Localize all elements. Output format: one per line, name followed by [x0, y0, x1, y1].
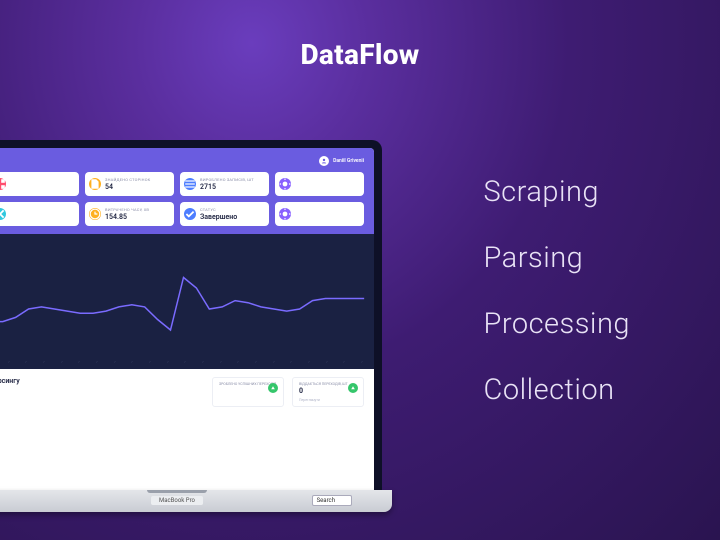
- list-icon: [184, 178, 196, 190]
- stat-label: ВИТРАЧЕНО ЧАСУ, ХВ: [105, 207, 168, 212]
- gear-icon: [279, 178, 291, 190]
- feature-item: Collection: [483, 373, 630, 407]
- stat-label: СТАТУС: [200, 207, 263, 212]
- x-tick: ···: [289, 360, 294, 365]
- triangle-up-icon: [268, 383, 278, 393]
- x-tick: ···: [42, 360, 47, 365]
- feature-item: Parsing: [483, 241, 630, 275]
- dashboard-header: Daniil Grivenii ЗНАЙДЕНО СТОРІНОК 54 ВИР…: [0, 148, 374, 234]
- dashboard-screen: Daniil Grivenii ЗНАЙДЕНО СТОРІНОК 54 ВИР…: [0, 148, 374, 490]
- x-tick: ···: [254, 360, 259, 365]
- stat-card[interactable]: СТАТУС Завершено: [180, 202, 269, 226]
- x-tick: ···: [59, 360, 64, 365]
- triangle-up-icon: [348, 383, 358, 393]
- x-tick: ···: [95, 360, 100, 365]
- stat-grid: ЗНАЙДЕНО СТОРІНОК 54 ВИРОБЛЕНО ЗАПИСІВ, …: [0, 172, 364, 226]
- stat-card[interactable]: [0, 172, 79, 196]
- x-tick: ···: [201, 360, 206, 365]
- chart-panel: ··· ··· ··· ··· ··· ··· ··· ··· ··· ··· ··· ··· ··· ·…: [0, 234, 374, 369]
- stat-value: Завершено: [200, 213, 263, 221]
- x-tick: ···: [183, 360, 188, 365]
- stat-card[interactable]: ЗНАЙДЕНО СТОРІНОК 54: [85, 172, 174, 196]
- stat-card[interactable]: ВИТРАЧЕНО ЧАСУ, ХВ 154.85: [85, 202, 174, 226]
- x-tick: ···: [6, 360, 11, 365]
- stat-label: ЗНАЙДЕНО СТОРІНОК: [105, 177, 168, 182]
- x-tick: ···: [148, 360, 153, 365]
- feature-list: Scraping Parsing Processing Collection: [483, 175, 630, 407]
- stat-value: 154.85: [105, 213, 168, 221]
- laptop-mockup: Daniil Grivenii ЗНАЙДЕНО СТОРІНОК 54 ВИР…: [0, 140, 382, 512]
- device-label: MacBook Pro: [151, 496, 203, 505]
- gear-icon: [279, 208, 291, 220]
- clock-icon: [89, 208, 101, 220]
- user-name[interactable]: Daniil Grivenii: [333, 158, 364, 164]
- x-tick: ···: [360, 360, 365, 365]
- x-tick: ···: [24, 360, 29, 365]
- x-icon: [0, 208, 6, 220]
- x-tick: ···: [77, 360, 82, 365]
- check-icon: [184, 208, 196, 220]
- feature-item: Processing: [483, 307, 630, 341]
- x-tick: ···: [271, 360, 276, 365]
- section-title: парсингу: [0, 377, 20, 385]
- stat-label: ВИРОБЛЕНО ЗАПИСІВ, ШТ: [200, 177, 263, 182]
- stat-card[interactable]: [275, 202, 364, 226]
- x-tick: ···: [130, 360, 135, 365]
- stat-value: 2715: [200, 183, 263, 191]
- stat-card[interactable]: [0, 202, 79, 226]
- x-tick: ···: [218, 360, 223, 365]
- x-tick: ···: [236, 360, 241, 365]
- grid-icon: [0, 178, 6, 190]
- stat-card[interactable]: ВИРОБЛЕНО ЗАПИСІВ, ШТ 2715: [180, 172, 269, 196]
- laptop-keyboard: MacBook Pro Search: [0, 490, 392, 512]
- summary-link[interactable]: Переглянути: [299, 398, 357, 402]
- x-tick: ···: [324, 360, 329, 365]
- summary-card[interactable]: ВІДДАЄТЬСЯ ПЕРЕХОДІВ, ШТ 0 Переглянути: [292, 377, 364, 407]
- user-avatar-icon[interactable]: [319, 156, 329, 166]
- x-tick: ···: [112, 360, 117, 365]
- stat-card[interactable]: [275, 172, 364, 196]
- x-tick: ···: [307, 360, 312, 365]
- x-tick: ···: [342, 360, 347, 365]
- bottom-panel: парсингу ЗРОБЛЕНО УСПІШНИХ ПЕРЕХОДІВ ВІД…: [0, 369, 374, 490]
- search-input[interactable]: Search: [312, 495, 352, 506]
- stat-value: 54: [105, 183, 168, 191]
- summary-card[interactable]: ЗРОБЛЕНО УСПІШНИХ ПЕРЕХОДІВ: [212, 377, 284, 407]
- feature-item: Scraping: [483, 175, 630, 209]
- x-tick: ···: [165, 360, 170, 365]
- brand-title: DataFlow: [0, 38, 720, 71]
- file-icon: [89, 178, 101, 190]
